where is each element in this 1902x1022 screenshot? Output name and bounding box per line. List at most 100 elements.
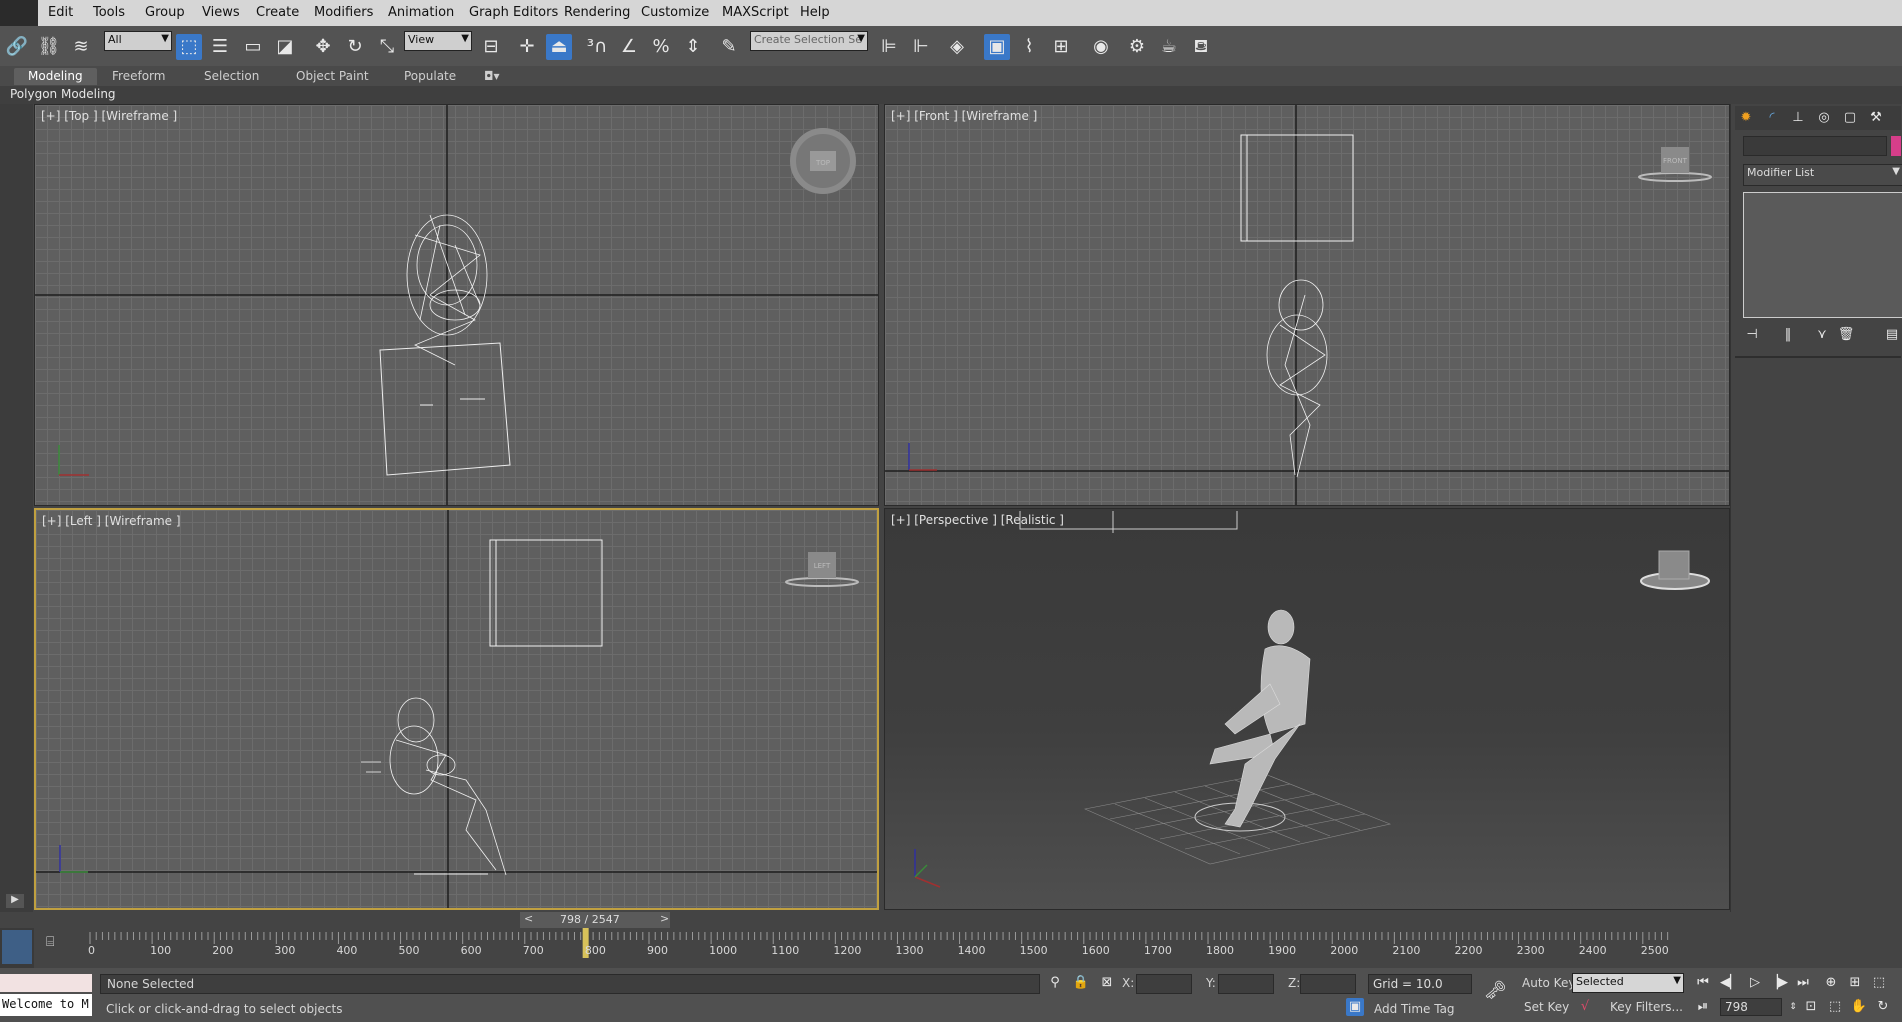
- open-mini-curve-editor-icon[interactable]: ⌸: [46, 934, 54, 950]
- selection-filter-dropdown[interactable]: All ▼: [104, 31, 172, 51]
- mini-curve-toggle-icon[interactable]: [0, 928, 34, 968]
- move-icon[interactable]: ✥: [310, 34, 336, 60]
- render-icon[interactable]: ⛾: [1188, 34, 1214, 60]
- scale-icon[interactable]: ⤡: [374, 34, 400, 60]
- window-crossing-icon[interactable]: ◪: [272, 34, 298, 60]
- reference-coordinate-dropdown[interactable]: View ▼: [404, 31, 472, 51]
- set-key-icon[interactable]: 🗝: [1484, 982, 1507, 1000]
- manipulate-icon[interactable]: ✛: [514, 34, 540, 60]
- y-coord-field[interactable]: [1218, 974, 1274, 994]
- viewport-perspective[interactable]: [+] [Perspective ] [Realistic ]: [884, 508, 1730, 910]
- menu-maxscript[interactable]: MAXScript: [722, 5, 789, 20]
- object-color-swatch[interactable]: [1891, 136, 1901, 156]
- schematic-view-icon[interactable]: ⊞: [1048, 34, 1074, 60]
- go-to-end-icon[interactable]: ⏭: [1794, 974, 1812, 992]
- layer-manager-icon[interactable]: ◈: [944, 34, 970, 60]
- show-end-result-icon[interactable]: ‖: [1779, 326, 1797, 344]
- menu-views[interactable]: Views: [202, 5, 240, 20]
- viewport-front[interactable]: [+] [Front ] [Wireframe ] FRONT: [884, 104, 1730, 506]
- key-mode-dropdown[interactable]: Selected ▼: [1572, 973, 1684, 993]
- pin-stack-icon[interactable]: ⊣: [1743, 326, 1761, 344]
- z-coord-field[interactable]: [1300, 974, 1356, 994]
- utilities-tab-icon[interactable]: ⚒: [1867, 109, 1885, 127]
- bind-spacewarp-icon[interactable]: ≋: [68, 34, 94, 60]
- app-logo[interactable]: [0, 0, 38, 26]
- maxscript-listener-top[interactable]: [0, 974, 92, 992]
- next-frame-icon[interactable]: ▕▶: [1768, 974, 1788, 992]
- time-next-button[interactable]: >: [660, 912, 669, 925]
- expand-icon[interactable]: ▶: [6, 894, 24, 908]
- keyboard-shortcut-icon[interactable]: ⏏: [546, 34, 572, 60]
- configure-modifier-sets-icon[interactable]: ▤: [1883, 326, 1901, 344]
- object-name-field[interactable]: [1743, 136, 1887, 156]
- pan-view-icon[interactable]: ✋: [1850, 998, 1868, 1016]
- tab-modeling[interactable]: Modeling: [14, 68, 97, 85]
- previous-frame-icon[interactable]: ◀▏: [1720, 974, 1740, 992]
- menu-help[interactable]: Help: [800, 5, 830, 20]
- zoom-region-icon[interactable]: ⬚: [1826, 998, 1844, 1016]
- snap-icon[interactable]: ³∩: [584, 34, 610, 60]
- make-unique-icon[interactable]: ⋎: [1813, 326, 1831, 344]
- render-setup-icon[interactable]: ⚙: [1124, 34, 1150, 60]
- zoom-extents-icon[interactable]: ⬚: [1870, 974, 1888, 992]
- key-filters-button[interactable]: Key Filters...: [1610, 1000, 1683, 1014]
- viewport-left[interactable]: [+] [Left ] [Wireframe ] LEFT: [34, 508, 879, 910]
- percent-snap-icon[interactable]: %: [648, 34, 674, 60]
- menu-group[interactable]: Group: [145, 5, 185, 20]
- create-tab-icon[interactable]: ✹: [1737, 109, 1755, 127]
- set-key-button[interactable]: Set Key: [1524, 1000, 1569, 1014]
- menu-customize[interactable]: Customize: [641, 5, 709, 20]
- spinner-snap-icon[interactable]: ⇕: [680, 34, 706, 60]
- absolute-mode-icon[interactable]: ⊠: [1098, 974, 1116, 992]
- select-by-name-icon[interactable]: ☰: [207, 34, 233, 60]
- rect-region-icon[interactable]: ▭: [240, 34, 266, 60]
- zoom-icon[interactable]: ⊕: [1822, 974, 1840, 992]
- menu-animation[interactable]: Animation: [388, 5, 454, 20]
- display-tab-icon[interactable]: ▢: [1841, 109, 1859, 127]
- time-prev-button[interactable]: <: [524, 912, 533, 925]
- menu-rendering[interactable]: Rendering: [564, 5, 630, 20]
- add-time-tag-button[interactable]: Add Time Tag: [1374, 1002, 1455, 1016]
- tab-populate[interactable]: Populate: [404, 68, 456, 85]
- key-tangent-icon[interactable]: √: [1576, 998, 1594, 1016]
- rotate-icon[interactable]: ↻: [342, 34, 368, 60]
- menu-tools[interactable]: Tools: [93, 5, 125, 20]
- field-of-view-icon[interactable]: ⊡: [1802, 998, 1820, 1016]
- ribbon-options-icon[interactable]: ◘▾: [484, 68, 500, 85]
- time-tag-icon[interactable]: ▣: [1346, 998, 1364, 1016]
- unlink-icon[interactable]: ⛓: [36, 34, 62, 60]
- modify-tab-icon[interactable]: ◜: [1763, 109, 1781, 127]
- tab-selection[interactable]: Selection: [204, 68, 259, 85]
- motion-tab-icon[interactable]: ◎: [1815, 109, 1833, 127]
- maxscript-mini-listener[interactable]: Welcome to M: [0, 994, 92, 1016]
- auto-key-button[interactable]: Auto Key: [1522, 976, 1575, 990]
- go-to-start-icon[interactable]: ⏮: [1694, 974, 1712, 992]
- align-icon[interactable]: ⊩: [908, 34, 934, 60]
- mirror-icon[interactable]: ⊫: [876, 34, 902, 60]
- angle-snap-icon[interactable]: ∠: [616, 34, 642, 60]
- modifier-list-dropdown[interactable]: Modifier List ▼: [1743, 164, 1902, 186]
- play-icon[interactable]: ▷: [1746, 974, 1764, 992]
- current-frame-field[interactable]: 798: [1720, 998, 1782, 1016]
- polygon-modeling-label[interactable]: Polygon Modeling: [10, 87, 116, 101]
- edit-named-sets-icon[interactable]: ✎: [716, 34, 742, 60]
- menu-graph-editors[interactable]: Graph Editors: [469, 5, 558, 20]
- ribbon-toggle-icon[interactable]: ▣: [984, 34, 1010, 60]
- tab-object-paint[interactable]: Object Paint: [296, 68, 369, 85]
- track-bar[interactable]: ⌸ 0 100 200 300 400 500 600 700 800 900 1000 1100 12…: [0, 928, 1690, 968]
- remove-modifier-icon[interactable]: 🗑: [1837, 326, 1855, 344]
- isolate-selection-icon[interactable]: ⚲: [1046, 974, 1064, 992]
- key-mode-toggle-icon[interactable]: ⏯: [1694, 998, 1712, 1016]
- material-editor-icon[interactable]: ◉: [1088, 34, 1114, 60]
- link-icon[interactable]: 🔗: [4, 34, 30, 60]
- zoom-all-icon[interactable]: ⊞: [1846, 974, 1864, 992]
- named-selection-set-input[interactable]: Create Selection Se ▼: [750, 31, 868, 51]
- hierarchy-tab-icon[interactable]: ⊥: [1789, 109, 1807, 127]
- viewport-top[interactable]: [+] [Top ] [Wireframe ] TOP: [34, 104, 879, 506]
- menu-modifiers[interactable]: Modifiers: [314, 5, 373, 20]
- modifier-stack[interactable]: [1743, 192, 1902, 318]
- time-slider[interactable]: < 798 / 2547 >: [520, 912, 670, 928]
- selection-lock-icon[interactable]: 🔒: [1072, 974, 1090, 992]
- tab-freeform[interactable]: Freeform: [112, 68, 165, 85]
- select-object-icon[interactable]: ⬚: [176, 34, 202, 60]
